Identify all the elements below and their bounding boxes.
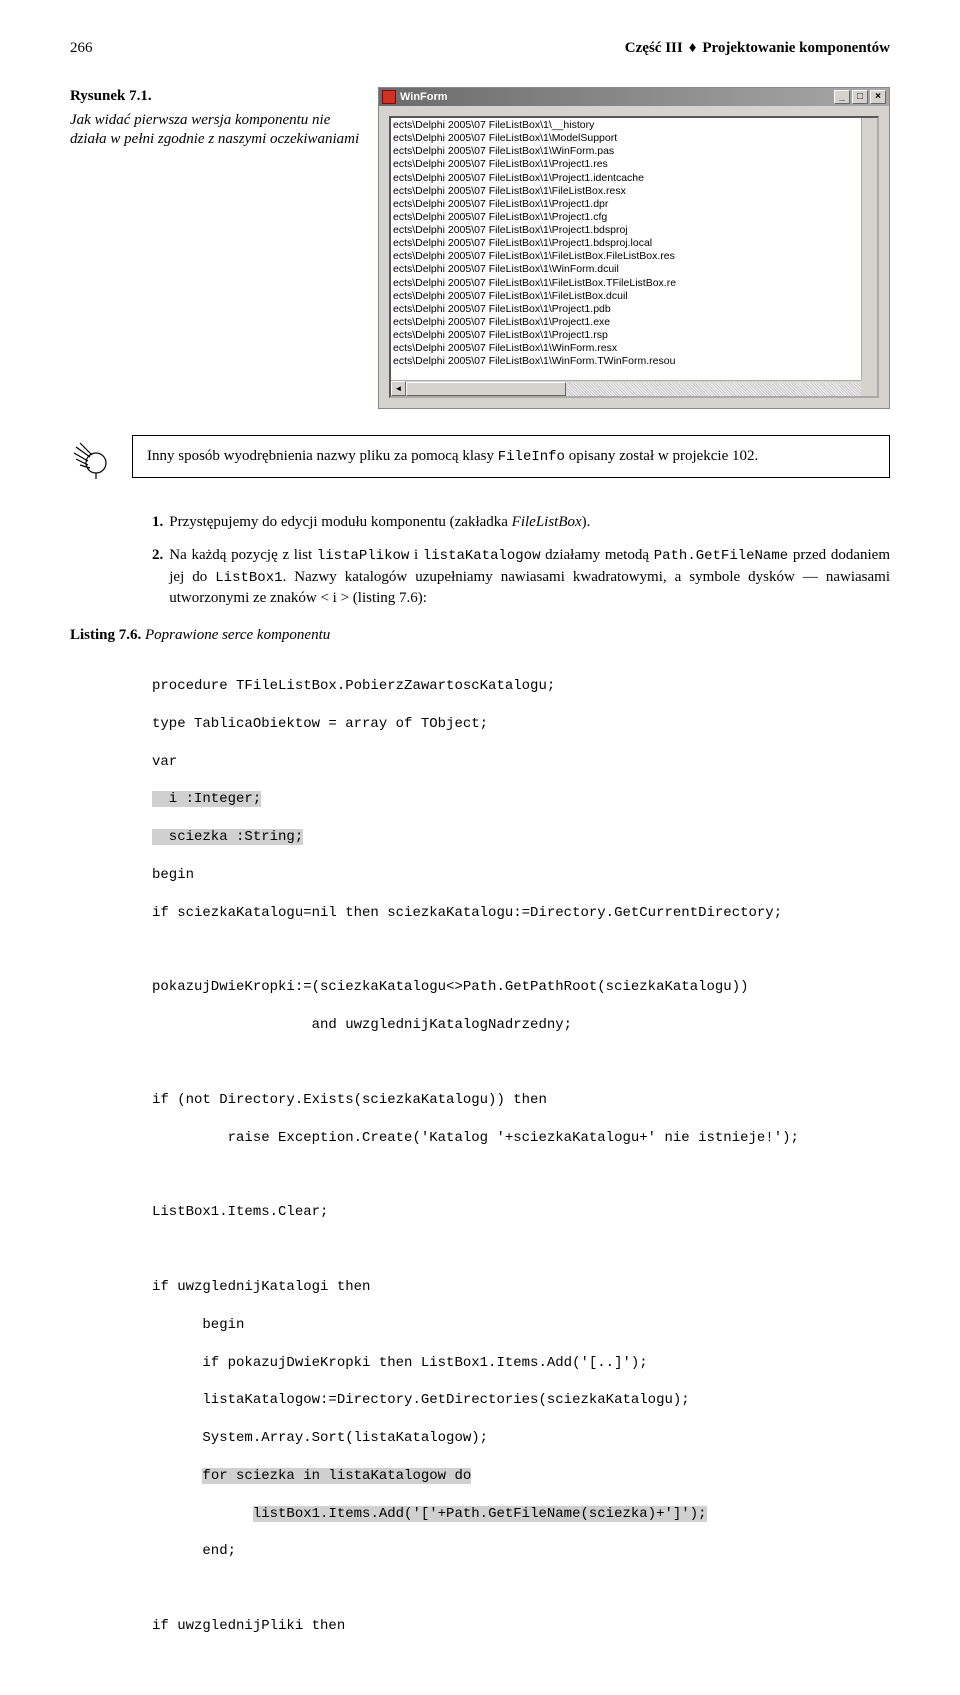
list-item[interactable]: ects\Delphi 2005\07 FileListBox\1\__hist… <box>393 119 875 132</box>
list-item[interactable]: ects\Delphi 2005\07 FileListBox\1\WinFor… <box>393 342 875 355</box>
window-body: ects\Delphi 2005\07 FileListBox\1\__hist… <box>379 106 889 408</box>
ordered-list: 1.Przystępujemy do edycji modułu kompone… <box>152 512 890 609</box>
scroll-thumb[interactable] <box>406 382 566 396</box>
list-item[interactable]: ects\Delphi 2005\07 FileListBox\1\Projec… <box>393 224 875 237</box>
tip-row: Inny sposób wyodrębnienia nazwy pliku za… <box>70 435 890 488</box>
diamond-icon: ♦ <box>689 40 697 57</box>
list-item[interactable]: ects\Delphi 2005\07 FileListBox\1\ModelS… <box>393 132 875 145</box>
code-listing: procedure TFileListBox.PobierzZawartoscK… <box>152 658 890 1655</box>
code-highlight: sciezka :String; <box>152 829 303 845</box>
list-item[interactable]: ects\Delphi 2005\07 FileListBox\1\Projec… <box>393 316 875 329</box>
figure-caption: Rysunek 7.1. Jak widać pierwsza wersja k… <box>70 87 360 409</box>
tip-box: Inny sposób wyodrębnienia nazwy pliku za… <box>132 435 890 478</box>
list-number: 2. <box>152 545 163 609</box>
list-item[interactable]: ects\Delphi 2005\07 FileListBox\1\Projec… <box>393 237 875 250</box>
code-inline: FileInfo <box>498 449 565 465</box>
window-title: WinForm <box>400 91 448 103</box>
list-item[interactable]: ects\Delphi 2005\07 FileListBox\1\Projec… <box>393 158 875 171</box>
tip-icon <box>70 435 118 488</box>
list-number: 1. <box>152 512 163 533</box>
scroll-corner <box>861 380 877 396</box>
window-buttons: _ □ × <box>834 90 886 104</box>
listing-label: Listing 7.6. Poprawione serce komponentu <box>70 627 890 644</box>
listbox[interactable]: ects\Delphi 2005\07 FileListBox\1\__hist… <box>389 116 879 398</box>
scrollbar-horizontal[interactable]: ◄ ► <box>391 380 877 396</box>
list-item[interactable]: ects\Delphi 2005\07 FileListBox\1\Projec… <box>393 211 875 224</box>
scrollbar-vertical[interactable] <box>861 118 877 380</box>
page-header: 266 Część III ♦ Projektowanie komponentó… <box>70 40 890 57</box>
close-button[interactable]: × <box>870 90 886 104</box>
code-highlight: listBox1.Items.Add('['+Path.GetFileName(… <box>253 1506 707 1522</box>
titlebar: WinForm _ □ × <box>379 88 889 106</box>
list-item[interactable]: ects\Delphi 2005\07 FileListBox\1\WinFor… <box>393 145 875 158</box>
code-highlight: for sciezka in listaKatalogow do <box>202 1468 471 1484</box>
code-highlight: i :Integer; <box>152 791 261 807</box>
list-item[interactable]: ects\Delphi 2005\07 FileListBox\1\Projec… <box>393 198 875 211</box>
list-item: 1.Przystępujemy do edycji modułu kompone… <box>152 512 890 533</box>
list-item[interactable]: ects\Delphi 2005\07 FileListBox\1\FileLi… <box>393 250 875 263</box>
header-section: Część III ♦ Projektowanie komponentów <box>625 40 890 57</box>
window: WinForm _ □ × ects\Delphi 2005\07 FileLi… <box>378 87 890 409</box>
list-item: 2.Na każdą pozycję z list listaPlikow i … <box>152 545 890 609</box>
app-icon <box>382 90 396 104</box>
winform-screenshot: WinForm _ □ × ects\Delphi 2005\07 FileLi… <box>378 87 890 409</box>
list-item[interactable]: ects\Delphi 2005\07 FileListBox\1\FileLi… <box>393 277 875 290</box>
figure-label: Rysunek 7.1. <box>70 87 360 107</box>
list-item[interactable]: ects\Delphi 2005\07 FileListBox\1\WinFor… <box>393 355 875 368</box>
scroll-left-icon[interactable]: ◄ <box>391 381 406 396</box>
list-item[interactable]: ects\Delphi 2005\07 FileListBox\1\Projec… <box>393 303 875 316</box>
list-item[interactable]: ects\Delphi 2005\07 FileListBox\1\FileLi… <box>393 185 875 198</box>
list-item[interactable]: ects\Delphi 2005\07 FileListBox\1\FileLi… <box>393 290 875 303</box>
list-item[interactable]: ects\Delphi 2005\07 FileListBox\1\Projec… <box>393 329 875 342</box>
page-number: 266 <box>70 40 93 57</box>
scroll-track[interactable] <box>566 382 862 396</box>
list-item[interactable]: ects\Delphi 2005\07 FileListBox\1\Projec… <box>393 172 875 185</box>
maximize-button[interactable]: □ <box>852 90 868 104</box>
figure-desc: Jak widać pierwsza wersja komponentu nie… <box>70 111 360 150</box>
figure-row: Rysunek 7.1. Jak widać pierwsza wersja k… <box>70 87 890 409</box>
list-item[interactable]: ects\Delphi 2005\07 FileListBox\1\WinFor… <box>393 263 875 276</box>
minimize-button[interactable]: _ <box>834 90 850 104</box>
